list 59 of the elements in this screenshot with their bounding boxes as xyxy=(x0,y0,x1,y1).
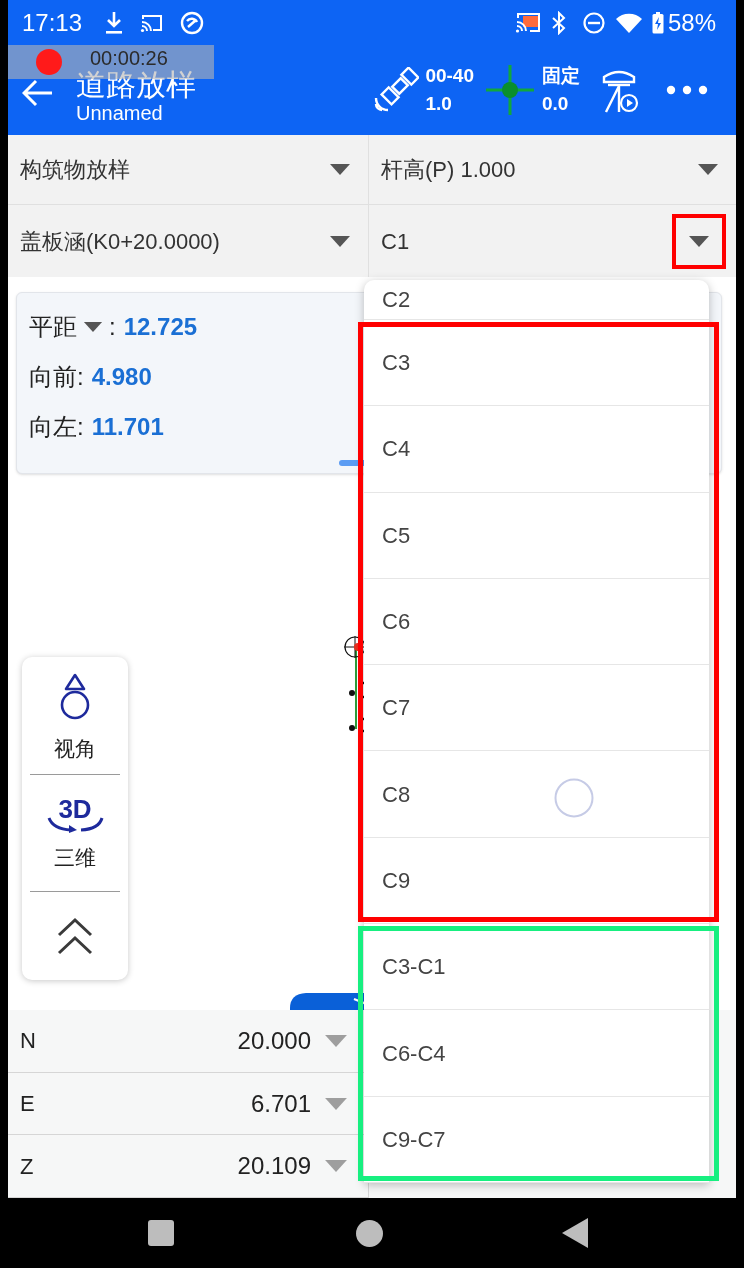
selector-dropdown[interactable]: 杆高(P) 1.000 xyxy=(368,135,736,205)
dropdown-option[interactable]: C7 xyxy=(364,665,709,752)
square-icon[interactable] xyxy=(148,1220,174,1247)
3d-view-button[interactable]: 3D 三维 xyxy=(22,775,128,891)
selector-dropdown[interactable]: 构筑物放样 xyxy=(8,135,368,205)
battery-percent-text: 58% xyxy=(667,10,716,35)
view-angle-button[interactable]: 视角 xyxy=(22,657,128,774)
triangle-circle-icon xyxy=(58,673,92,720)
value-text: 11.701 xyxy=(91,412,164,442)
clock-text: 17:13 xyxy=(22,10,83,35)
caret-icon xyxy=(698,164,718,175)
crosshair-icon xyxy=(486,65,534,115)
more-icon[interactable] xyxy=(666,85,708,95)
wifi-icon xyxy=(615,12,642,33)
caret-icon xyxy=(83,322,103,332)
label-text: 向左: xyxy=(29,412,84,442)
fix-status-text: 固定 xyxy=(542,64,580,88)
coordinate-field[interactable]: 6.701 xyxy=(250,1085,347,1122)
coordinate-field[interactable]: 20.109 xyxy=(237,1148,347,1185)
caret-icon xyxy=(330,164,350,175)
label-text: 向前: xyxy=(29,362,84,392)
caret-icon xyxy=(325,1097,347,1110)
axis-label: N xyxy=(20,1027,36,1056)
caret-icon xyxy=(330,235,350,247)
dropdown-option[interactable]: C6 xyxy=(364,578,709,666)
battery-icon xyxy=(651,11,664,34)
bluetooth-icon xyxy=(551,10,566,35)
dropdown-option[interactable]: C4 xyxy=(364,406,709,493)
dropdown-option[interactable]: C5 xyxy=(364,492,709,579)
dropdown-option[interactable]: C8 xyxy=(364,751,709,838)
label-text: 平距 xyxy=(29,312,77,342)
value-text: 12.725 xyxy=(123,312,198,342)
satellite-count-text: 00-40 xyxy=(425,64,474,88)
separator-text: : xyxy=(109,312,116,342)
selector-dropdown[interactable]: 盖板涵(K0+20.0000) xyxy=(8,205,368,277)
cast-icon xyxy=(514,11,541,34)
double-chevron-up-icon xyxy=(57,917,93,955)
back-icon[interactable] xyxy=(562,1218,588,1249)
satellite-value-text: 1.0 xyxy=(425,92,453,116)
page-title: 道路放样 xyxy=(76,70,196,100)
cast-icon xyxy=(140,12,165,33)
fix-value-text: 0.0 xyxy=(542,92,570,116)
coordinate-field[interactable]: 20.000 xyxy=(237,1022,347,1059)
subtitle-text: Unnamed xyxy=(76,102,164,125)
axis-label: E xyxy=(20,1090,35,1119)
dropdown-option[interactable]: C9 xyxy=(364,837,709,925)
axis-label: Z xyxy=(20,1152,34,1181)
dropdown-option[interactable]: C2 xyxy=(364,280,709,320)
download-icon xyxy=(105,10,124,35)
value-text: 4.980 xyxy=(91,362,152,392)
dropdown-option[interactable]: C3 xyxy=(364,320,709,407)
minus-circle-icon xyxy=(582,11,605,34)
caret-icon xyxy=(689,235,709,247)
dropdown-option[interactable]: C3-C1 xyxy=(364,924,709,1011)
caret-icon xyxy=(325,1160,347,1173)
satellite-icon[interactable] xyxy=(373,67,420,113)
caret-icon xyxy=(325,1034,347,1047)
back-icon[interactable] xyxy=(22,79,52,107)
timer-text: 00:00:26 xyxy=(90,48,168,68)
